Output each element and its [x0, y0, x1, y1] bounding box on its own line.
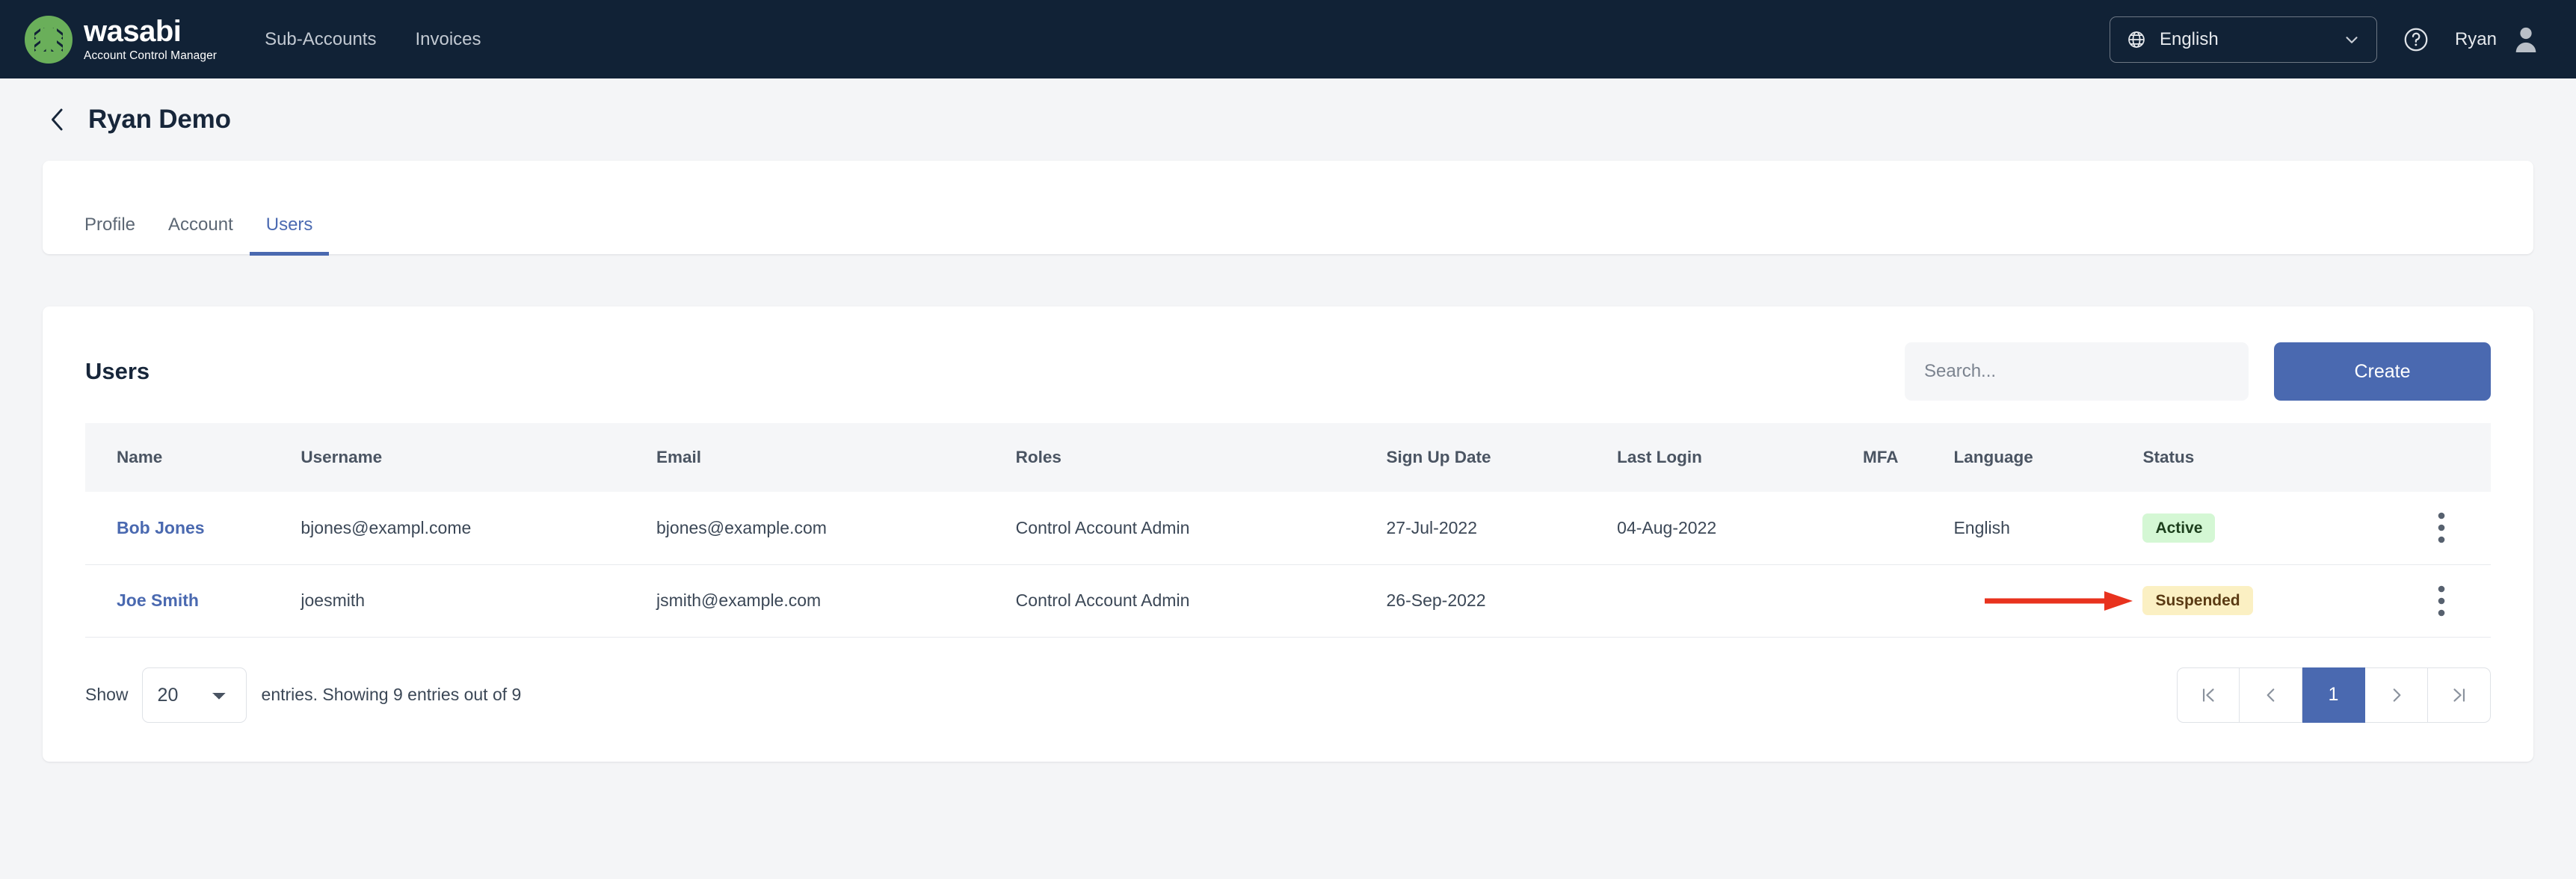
- users-table: Name Username Email Roles Sign Up Date L…: [85, 423, 2491, 638]
- column-header-name[interactable]: Name: [85, 423, 301, 492]
- cell-mfa: [1863, 492, 1954, 565]
- help-circle-icon[interactable]: [2403, 26, 2429, 53]
- cell-language: [1953, 564, 2143, 638]
- next-page-icon: [2393, 688, 2400, 702]
- users-table-body: Bob Jones bjones@exampl.come bjones@exam…: [85, 492, 2491, 638]
- tab-profile[interactable]: Profile: [84, 215, 152, 256]
- last-page-icon: [2453, 688, 2465, 702]
- entries-summary-text: entries. Showing 9 entries out of 9: [261, 685, 522, 704]
- nav-link-sub-accounts[interactable]: Sub-Accounts: [265, 29, 376, 50]
- show-entries-label: Show: [85, 685, 129, 704]
- cell-roles: Control Account Admin: [1015, 564, 1387, 638]
- page-title: Ryan Demo: [88, 105, 231, 134]
- column-header-username[interactable]: Username: [301, 423, 656, 492]
- brand-wordmark: wasabi: [84, 15, 182, 49]
- tabs-card: Profile Account Users: [43, 161, 2533, 256]
- language-selected-value: English: [2159, 28, 2219, 49]
- chevron-down-icon: [2346, 36, 2358, 43]
- pagination-next-button[interactable]: [2365, 667, 2428, 723]
- tab-bar: Profile Account Users: [43, 213, 330, 256]
- table-header-row: Name Username Email Roles Sign Up Date L…: [85, 423, 2491, 492]
- wasabi-leaf-logo-icon: [25, 15, 73, 64]
- chevron-left-icon[interactable]: [48, 108, 67, 132]
- cell-email: jsmith@example.com: [656, 564, 1016, 638]
- cell-signup-date: 27-Jul-2022: [1386, 492, 1618, 565]
- create-user-button[interactable]: Create: [2274, 342, 2491, 401]
- cell-signup-date: 26-Sep-2022: [1386, 564, 1618, 638]
- cell-name: Joe Smith: [85, 564, 301, 638]
- cell-actions: [2392, 564, 2491, 638]
- top-navigation-bar: wasabi Account Control Manager Sub-Accou…: [0, 0, 2576, 78]
- users-table-head: Name Username Email Roles Sign Up Date L…: [85, 423, 2491, 492]
- cell-name: Bob Jones: [85, 492, 301, 565]
- column-header-language[interactable]: Language: [1953, 423, 2142, 492]
- users-card-header-actions: Create: [1905, 342, 2491, 401]
- table-row: Bob Jones bjones@exampl.come bjones@exam…: [85, 492, 2491, 565]
- column-header-mfa[interactable]: MFA: [1863, 423, 1953, 492]
- row-actions-button[interactable]: [2392, 511, 2491, 544]
- prev-page-icon: [2267, 688, 2274, 702]
- first-page-icon: [2202, 688, 2214, 702]
- row-actions-button[interactable]: [2392, 585, 2491, 617]
- page-container: Ryan Demo Profile Account Users Users Cr…: [0, 78, 2576, 762]
- cell-actions: [2392, 492, 2491, 565]
- primary-nav-links: Sub-Accounts Invoices: [265, 29, 481, 50]
- column-header-status[interactable]: Status: [2142, 423, 2392, 492]
- page-header: Ryan Demo: [43, 78, 2533, 161]
- users-card-header: Users Create: [43, 306, 2533, 423]
- language-selector[interactable]: English: [2109, 16, 2377, 63]
- globe-icon: [2128, 31, 2145, 48]
- tab-account[interactable]: Account: [152, 215, 250, 256]
- users-card-title: Users: [85, 358, 150, 384]
- cell-last-login: [1617, 564, 1864, 638]
- user-menu[interactable]: Ryan: [2455, 25, 2539, 54]
- column-header-signup-date[interactable]: Sign Up Date: [1387, 423, 1618, 492]
- column-header-email[interactable]: Email: [656, 423, 1016, 492]
- pagination-last-button[interactable]: [2428, 667, 2491, 723]
- status-badge: Active: [2142, 513, 2216, 543]
- top-nav-right-cluster: English Ryan: [2109, 16, 2539, 63]
- cell-roles: Control Account Admin: [1015, 492, 1387, 565]
- nav-link-invoices[interactable]: Invoices: [415, 29, 481, 50]
- user-avatar-icon: [2515, 27, 2536, 52]
- cell-email: bjones@example.com: [656, 492, 1016, 565]
- users-card: Users Create Name Username Email: [43, 306, 2533, 762]
- cell-language: English: [1953, 492, 2143, 565]
- cell-username: joesmith: [301, 564, 656, 638]
- user-name-link[interactable]: Bob Jones: [117, 518, 205, 537]
- column-header-roles[interactable]: Roles: [1016, 423, 1387, 492]
- users-table-wrapper: Name Username Email Roles Sign Up Date L…: [43, 423, 2533, 638]
- cell-last-login: 04-Aug-2022: [1617, 492, 1864, 565]
- cell-status: Active: [2142, 492, 2393, 565]
- pagination-page-1-button[interactable]: 1: [2302, 667, 2365, 723]
- status-badge: Suspended: [2142, 586, 2253, 615]
- search-input[interactable]: [1905, 342, 2249, 401]
- column-header-actions: [2392, 423, 2491, 492]
- cell-status: Suspended: [1985, 564, 2393, 638]
- table-footer: Show 10 20 50 100 entries. Showing 9 ent…: [43, 638, 2533, 762]
- page-size-select[interactable]: 10 20 50 100: [141, 667, 247, 723]
- kebab-menu-icon: [2438, 585, 2445, 616]
- column-header-last-login[interactable]: Last Login: [1617, 423, 1863, 492]
- table-row: Joe Smith joesmith jsmith@example.com Co…: [85, 564, 2491, 638]
- pagination-prev-button[interactable]: [2240, 667, 2302, 723]
- user-name-label: Ryan: [2454, 28, 2497, 49]
- tab-users[interactable]: Users: [249, 215, 330, 256]
- user-name-link[interactable]: Joe Smith: [117, 590, 199, 610]
- pagination-controls: 1: [2177, 667, 2491, 723]
- brand-tagline: Account Control Manager: [84, 49, 218, 63]
- cell-username: bjones@exampl.come: [301, 492, 656, 565]
- pagination-first-button[interactable]: [2177, 667, 2240, 723]
- brand-logo-block[interactable]: wasabi Account Control Manager: [24, 15, 217, 64]
- cell-mfa: [1863, 564, 1954, 638]
- kebab-menu-icon: [2438, 512, 2445, 543]
